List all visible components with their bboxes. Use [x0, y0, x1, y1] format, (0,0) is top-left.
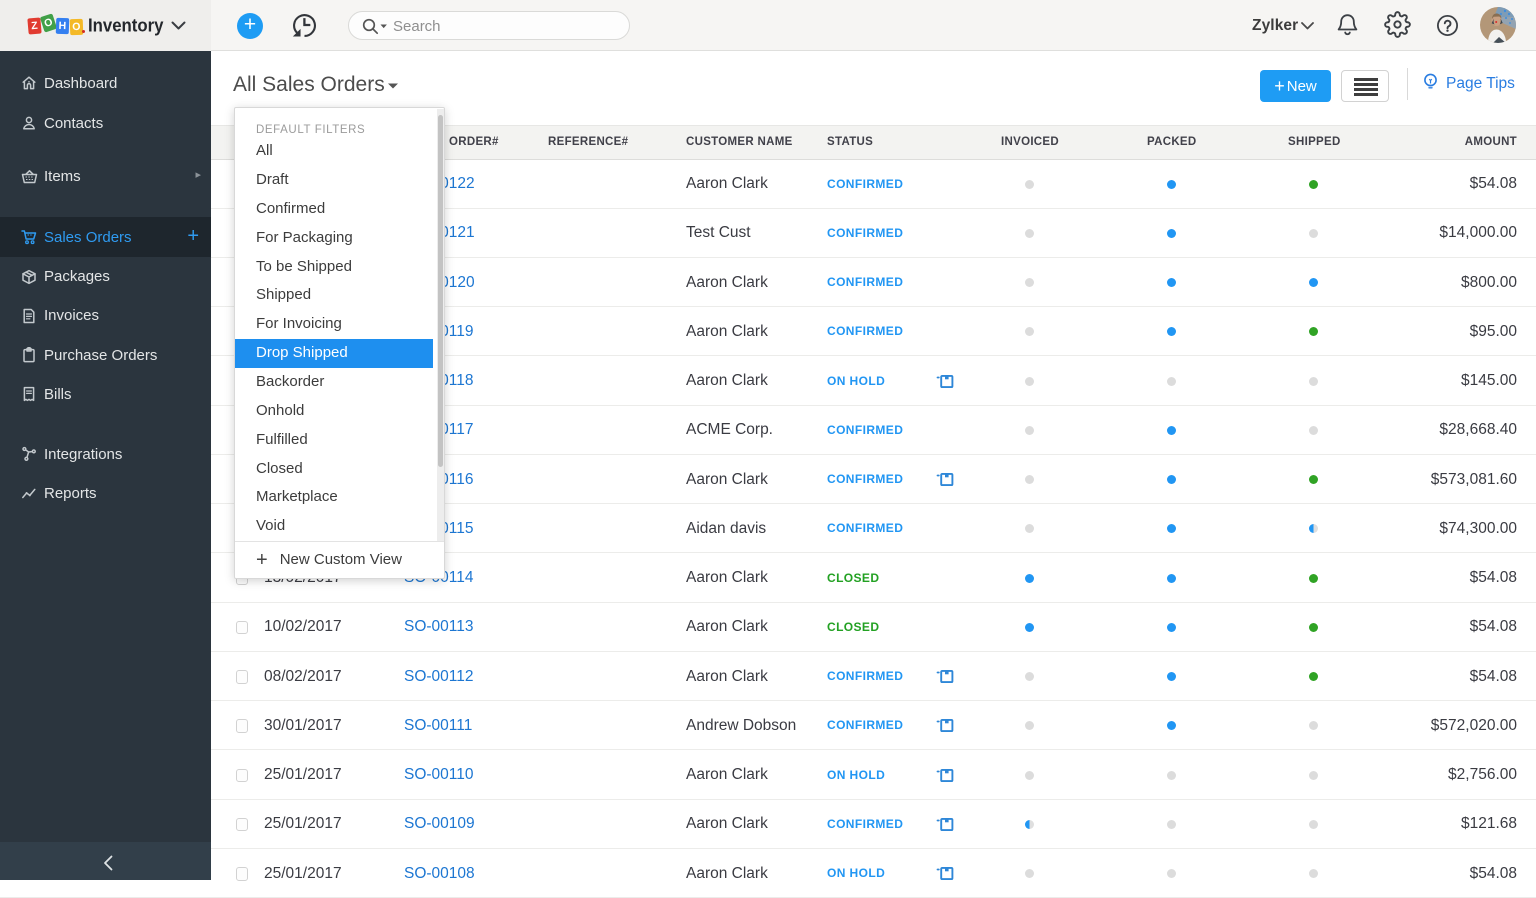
- svg-text:Inventory: Inventory: [88, 15, 164, 36]
